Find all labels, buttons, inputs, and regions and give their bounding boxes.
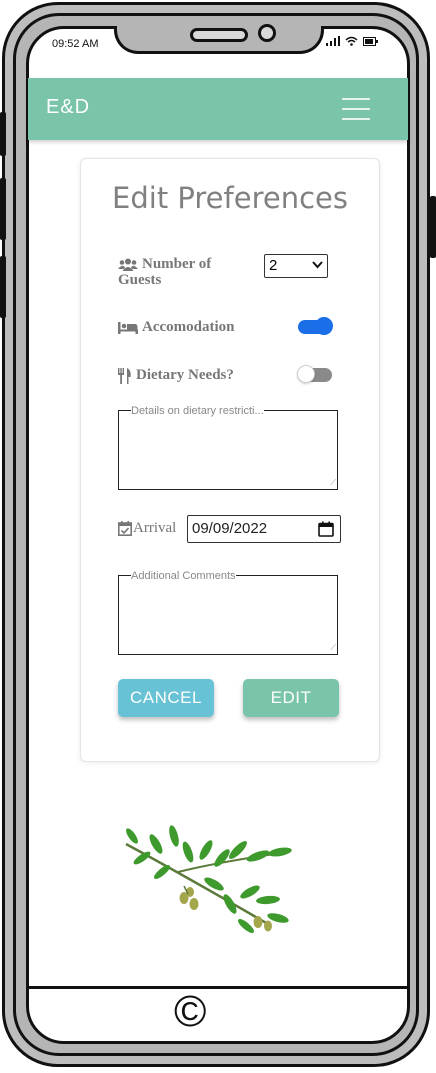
arrival-date-input[interactable]: 09/09/2022: [187, 515, 341, 543]
menu-icon[interactable]: [342, 98, 370, 128]
dietary-details-placeholder: Details on dietary restricti...: [131, 405, 264, 417]
side-button: [0, 112, 6, 156]
speaker-icon: [190, 28, 248, 42]
page-title: Edit Preferences: [112, 181, 348, 215]
dietary-label: Dietary Needs?: [118, 367, 234, 384]
resize-handle-icon[interactable]: ⟋: [330, 643, 336, 653]
camera-icon: [258, 24, 276, 42]
users-icon: [118, 258, 138, 272]
accommodation-label-text: Accomodation: [142, 319, 235, 335]
side-button: [0, 178, 6, 240]
chevron-down-icon: [312, 261, 323, 269]
cancel-button[interactable]: CANCEL: [118, 679, 214, 717]
brand-logo[interactable]: E&D: [46, 96, 90, 119]
guests-select-value: 2: [269, 257, 278, 274]
calendar-check-icon: [118, 521, 132, 537]
side-button: [0, 256, 6, 318]
copyright-icon: ©: [174, 987, 207, 1036]
footer-divider: [28, 986, 408, 989]
dietary-details-textarea[interactable]: Details on dietary restricti... ⟋: [118, 405, 338, 490]
comments-textarea[interactable]: Additional Comments ⟋: [118, 570, 338, 655]
accommodation-label: Accomodation: [118, 319, 235, 335]
status-icons: [326, 36, 379, 49]
guests-label: Number of Guests: [118, 256, 248, 288]
guests-select[interactable]: 2: [264, 254, 328, 278]
toggle-knob: [315, 317, 333, 335]
dietary-label-text: Dietary Needs?: [136, 367, 234, 383]
battery-icon: [363, 37, 379, 46]
resize-handle-icon[interactable]: ⟋: [330, 478, 336, 488]
arrival-date-value: 09/09/2022: [192, 520, 268, 537]
edit-button[interactable]: EDIT: [243, 679, 339, 717]
accommodation-toggle[interactable]: [298, 317, 333, 335]
arrival-label-text: Arrival: [133, 520, 177, 536]
arrival-label: Arrival: [118, 520, 177, 537]
status-time: 09:52 AM: [52, 38, 99, 50]
side-button: [430, 196, 436, 258]
comments-placeholder: Additional Comments: [131, 570, 236, 582]
utensils-icon: [118, 367, 131, 384]
signal-icon: [326, 36, 340, 46]
toggle-knob: [297, 365, 315, 383]
navbar: E&D: [28, 78, 408, 140]
olive-branch-image: [125, 825, 292, 933]
dietary-toggle[interactable]: [297, 365, 332, 383]
wifi-icon: [345, 36, 358, 46]
calendar-icon[interactable]: [318, 521, 334, 537]
bed-icon: [118, 322, 138, 335]
